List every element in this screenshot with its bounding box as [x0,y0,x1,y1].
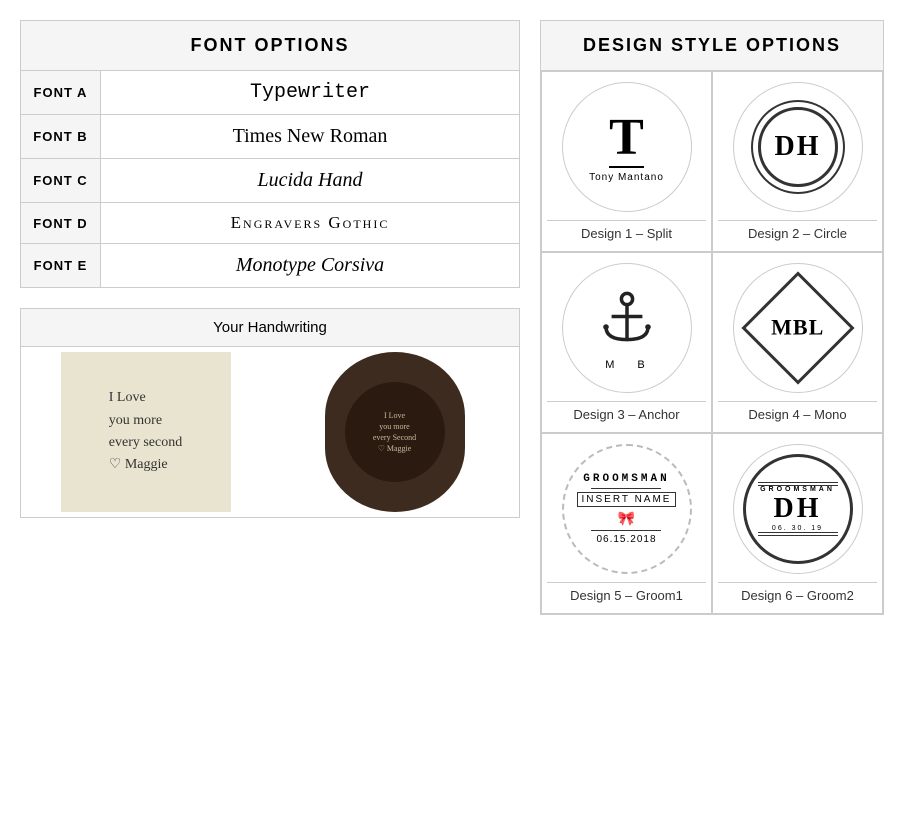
watch-simulation: I Loveyou moreevery Second♡ Maggie [325,352,465,512]
design6-line-1 [758,482,838,483]
design1-letter: T [609,112,644,168]
font-row-c: FONT C Lucida Hand [21,159,520,203]
font-label-c: FONT C [21,159,101,203]
design5-bow: 🎀 [618,510,635,527]
font-label-e: FONT E [21,244,101,288]
watch-face: I Loveyou moreevery Second♡ Maggie [345,382,445,482]
design5-content: GROOMSMAN INSERT NAME 🎀 06.15.2018 [577,473,677,545]
design-cell-1[interactable]: T Tony Mantano Design 1 – Split [541,71,712,252]
design3-label: Design 3 – Anchor [547,401,706,427]
design4-label: Design 4 – Mono [718,401,877,427]
design6-inner-content: GROOMSMAN DH 06. 30. 19 [758,482,838,536]
design2-circle: DH [733,82,863,212]
design6-circle: GROOMSMAN DH 06. 30. 19 [733,444,863,574]
design1-label: Design 1 – Split [547,220,706,246]
font-name-c: Lucida Hand [101,159,520,203]
font-label-d: FONT D [21,203,101,244]
font-label-b: FONT B [21,115,101,159]
font-name-e: Monotype Corsiva [101,244,520,288]
design5-circle: GROOMSMAN INSERT NAME 🎀 06.15.2018 [562,444,692,574]
design5-divider-top [591,488,661,489]
design-cell-5[interactable]: GROOMSMAN INSERT NAME 🎀 06.15.2018 Desig… [541,433,712,614]
right-panel: DESIGN STYLE OPTIONS T Tony Mantano Desi… [540,20,884,796]
anchor-icon [592,285,662,355]
design5-groomsman: GROOMSMAN [583,473,669,485]
design6-line-3 [758,532,838,533]
design1-content: T Tony Mantano [589,112,664,183]
font-row-e: FONT E Monotype Corsiva [21,244,520,288]
design6-bottom-lines [758,532,838,536]
font-name-b: Times New Roman [101,115,520,159]
design-grid: T Tony Mantano Design 1 – Split DH Desig… [540,70,884,615]
design-cell-3[interactable]: M B Design 3 – Anchor [541,252,712,433]
design6-outer-ring: GROOMSMAN DH 06. 30. 19 [743,454,853,564]
font-label-a: FONT A [21,71,101,115]
handwriting-note: I Loveyou moreevery second♡ Maggie [61,352,231,512]
font-row-d: FONT D Engravers Gothic [21,203,520,244]
design-cell-2[interactable]: DH Design 2 – Circle [712,71,883,252]
handwriting-title: Your Handwriting [21,309,519,347]
font-table: FONT A Typewriter FONT B Times New Roman… [20,70,520,288]
design4-letters: MBL [771,315,824,341]
design1-circle: T Tony Mantano [562,82,692,212]
design3-initial-m: M [605,359,617,371]
handwriting-section: Your Handwriting I Loveyou moreevery sec… [20,308,520,518]
design5-divider-bottom [591,530,661,531]
font-name-a: Typewriter [101,71,520,115]
handwriting-images: I Loveyou moreevery second♡ Maggie I Lov… [21,347,519,517]
font-name-d: Engravers Gothic [101,203,520,244]
design3-circle: M B [562,263,692,393]
font-options-title: FONT OPTIONS [20,20,520,70]
design1-name: Tony Mantano [589,172,664,183]
design3-initial-b: B [637,359,647,371]
design5-label: Design 5 – Groom1 [547,582,706,608]
design2-label: Design 2 – Circle [718,220,877,246]
handwriting-note-box: I Loveyou moreevery second♡ Maggie [21,347,270,517]
design-cell-4[interactable]: MBL Design 4 – Mono [712,252,883,433]
design5-date: 06.15.2018 [596,534,656,545]
design2-content: DH [758,107,838,187]
watch-box: I Loveyou moreevery Second♡ Maggie [270,347,519,517]
design-options-title: DESIGN STYLE OPTIONS [540,20,884,70]
font-row-b: FONT B Times New Roman [21,115,520,159]
design-cell-6[interactable]: GROOMSMAN DH 06. 30. 19 Design 6 – Groom… [712,433,883,614]
design6-line-4 [758,535,838,536]
design6-groomsman: GROOMSMAN [760,486,835,493]
design4-circle: MBL [733,263,863,393]
design2-letters: DH [775,131,821,163]
font-row-a: FONT A Typewriter [21,71,520,115]
design4-content: MBL [741,271,854,384]
design5-insert: INSERT NAME [577,492,677,507]
design6-label: Design 6 – Groom2 [718,582,877,608]
design3-content: M B [592,285,662,371]
left-panel: FONT OPTIONS FONT A Typewriter FONT B Ti… [20,20,520,796]
design6-letters: DH [774,493,822,525]
design6-date: 06. 30. 19 [772,525,823,532]
